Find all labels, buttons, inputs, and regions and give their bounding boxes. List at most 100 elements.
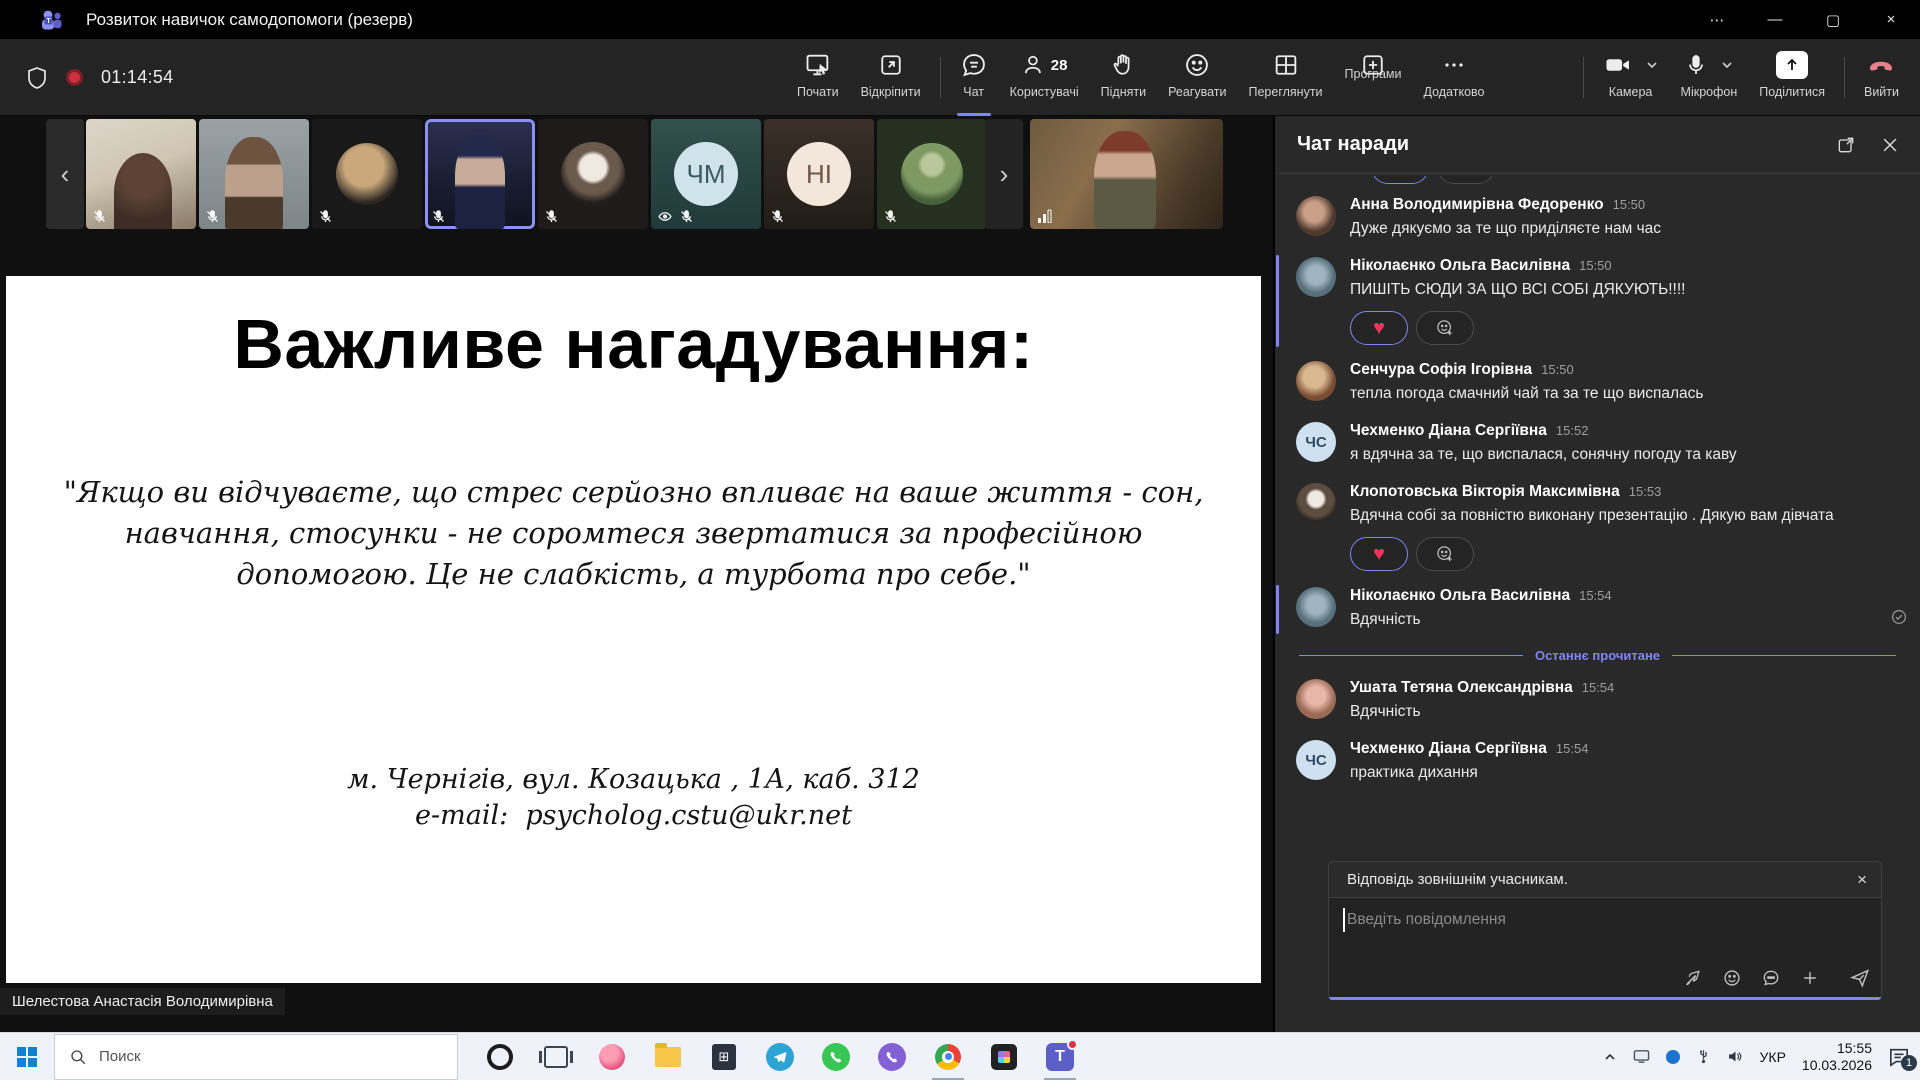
participants-button[interactable]: 28 Користувачі — [999, 39, 1090, 116]
chat-message[interactable]: Ніколаєнко Ольга Василівна15:54 Вдячніст… — [1275, 579, 1920, 640]
unpin-button[interactable]: Відкріпити — [850, 39, 932, 116]
media-app-button[interactable] — [976, 1033, 1032, 1080]
video-tile[interactable] — [312, 119, 422, 229]
view-button[interactable]: Переглянути — [1237, 39, 1333, 116]
video-tile[interactable] — [538, 119, 648, 229]
slide-address: м. Чернігів, вул. Козацька , 1А, каб. 31… — [6, 764, 1261, 795]
compose-focus-line — [1329, 997, 1881, 1000]
slide-title: Важливе нагадування: — [6, 304, 1261, 384]
close-icon[interactable] — [1880, 135, 1900, 155]
avatar-initials: ЧМ — [674, 142, 738, 206]
display-tray-icon[interactable] — [1633, 1049, 1650, 1064]
avatar-initials: ЧС — [1296, 740, 1336, 780]
camera-chevron-icon[interactable] — [1645, 58, 1659, 72]
chat-icon — [960, 51, 988, 79]
mic-chevron-icon[interactable] — [1720, 58, 1734, 72]
taskbar-app-ring[interactable] — [472, 1033, 528, 1080]
notification-center-button[interactable]: 1 — [1888, 1047, 1910, 1067]
avatar — [1296, 196, 1336, 236]
start-button[interactable] — [0, 1033, 54, 1080]
emoji-icon[interactable] — [1722, 968, 1742, 988]
message-time: 15:50 — [1541, 362, 1574, 377]
volume-tray-icon[interactable] — [1727, 1049, 1744, 1064]
teams-taskbar-button[interactable]: T — [1032, 1033, 1088, 1080]
chat-message[interactable]: ЧС Чехменко Діана Сергіївна15:54 практик… — [1275, 732, 1920, 793]
toolbar-divider — [940, 57, 941, 98]
leave-button[interactable]: Вийти — [1853, 39, 1910, 116]
chat-message-list[interactable]: ♥ Анна Володимирівна Федоренко15:50 Дуже… — [1275, 174, 1920, 861]
viber-button[interactable] — [864, 1033, 920, 1080]
chat-message[interactable]: Клопотовська Вікторія Максимівна15:53 Вд… — [1275, 475, 1920, 579]
heart-reaction-button[interactable]: ♥ — [1350, 537, 1408, 571]
chat-message[interactable]: Ніколаєнко Ольга Василівна15:50 ПИШІТЬ С… — [1275, 249, 1920, 353]
share-button[interactable]: Поділитися — [1748, 39, 1836, 116]
filmstrip-next-button[interactable]: › — [985, 119, 1023, 229]
external-reply-banner: Відповідь зовнішнім учасникам. × — [1329, 862, 1881, 898]
bluetooth-tray-icon[interactable] — [1666, 1050, 1680, 1064]
chat-message[interactable]: Сенчура Софія Ігорівна15:50 тепла погода… — [1275, 353, 1920, 414]
window-minimize-button[interactable]: — — [1746, 0, 1804, 39]
whatsapp-button[interactable] — [808, 1033, 864, 1080]
search-input[interactable] — [99, 1048, 399, 1065]
heart-icon: ♥ — [1373, 544, 1385, 564]
calculator-button[interactable]: ⊞ — [696, 1033, 752, 1080]
more-options-button[interactable]: Додатково — [1412, 39, 1495, 116]
chat-title: Чат наради — [1297, 133, 1409, 156]
heart-reaction-button[interactable]: ♥ — [1350, 311, 1408, 345]
raise-hand-button[interactable]: Підняти — [1090, 39, 1157, 116]
clock[interactable]: 15:55 10.03.2026 — [1802, 1040, 1872, 1074]
camera-button[interactable]: Камера — [1592, 39, 1670, 116]
task-view-button[interactable] — [528, 1033, 584, 1080]
avatar — [1296, 679, 1336, 719]
avatar — [1296, 483, 1336, 523]
chat-message[interactable]: Анна Володимирівна Федоренко15:50 Дуже д… — [1275, 188, 1920, 249]
start-share-button[interactable]: Почати — [786, 39, 850, 116]
participants-icon — [1021, 51, 1047, 79]
video-tile[interactable] — [877, 119, 987, 229]
language-indicator[interactable]: УКР — [1760, 1049, 1786, 1065]
video-tile[interactable] — [199, 119, 309, 229]
video-tile-active-speaker[interactable] — [425, 119, 535, 229]
window-more-button[interactable]: ⋯ — [1688, 0, 1746, 39]
chat-message[interactable]: Ушата Тетяна Олександрівна15:54 Вдячніст… — [1275, 671, 1920, 732]
telegram-button[interactable] — [752, 1033, 808, 1080]
notification-count-badge: 1 — [1901, 1055, 1917, 1071]
add-reaction-button[interactable] — [1416, 311, 1474, 345]
video-tile-large[interactable] — [1030, 119, 1223, 229]
video-tile[interactable]: НІ — [764, 119, 874, 229]
format-icon[interactable] — [1683, 968, 1703, 988]
banner-close-icon[interactable]: × — [1857, 870, 1867, 890]
taskbar-app-pink[interactable] — [584, 1033, 640, 1080]
file-explorer-button[interactable] — [640, 1033, 696, 1080]
react-button[interactable]: Реагувати — [1157, 39, 1237, 116]
avatar — [901, 143, 963, 205]
video-tile[interactable] — [86, 119, 196, 229]
gif-icon[interactable] — [1761, 968, 1781, 988]
hidden-icons-chevron[interactable] — [1603, 1050, 1617, 1064]
mic-off-icon — [431, 209, 446, 224]
mic-off-icon — [770, 209, 785, 224]
message-text: Вдячність — [1350, 608, 1612, 632]
message-input[interactable] — [1347, 904, 1869, 936]
add-reaction-button[interactable] — [1416, 537, 1474, 571]
avatar-initials: ЧС — [1296, 422, 1336, 462]
last-read-divider: Останнє прочитане — [1275, 640, 1920, 671]
apps-button[interactable]: Програми — [1334, 39, 1413, 116]
chat-button[interactable]: Чат — [949, 39, 999, 116]
mic-button[interactable]: Мікрофон — [1670, 39, 1749, 116]
filmstrip-prev-button[interactable]: ‹ — [46, 119, 84, 229]
chrome-button[interactable] — [920, 1033, 976, 1080]
mic-off-icon — [679, 209, 694, 224]
chat-message[interactable]: ЧС Чехменко Діана Сергіївна15:52 я вдячн… — [1275, 414, 1920, 475]
usb-tray-icon[interactable] — [1696, 1049, 1711, 1064]
send-icon[interactable] — [1849, 967, 1871, 989]
message-text: Вдячна собі за повністю виконану презент… — [1350, 504, 1834, 528]
video-tile[interactable]: ЧМ — [651, 119, 761, 229]
attach-plus-icon[interactable] — [1800, 968, 1820, 988]
window-maximize-button[interactable]: ▢ — [1804, 0, 1862, 39]
taskbar-search[interactable] — [54, 1034, 458, 1080]
popout-icon[interactable] — [1836, 135, 1856, 155]
window-close-button[interactable]: × — [1862, 0, 1920, 39]
slide-quote: "Якщо ви відчуваєте, що стрес серйозно в… — [6, 472, 1261, 595]
avatar — [1296, 361, 1336, 401]
